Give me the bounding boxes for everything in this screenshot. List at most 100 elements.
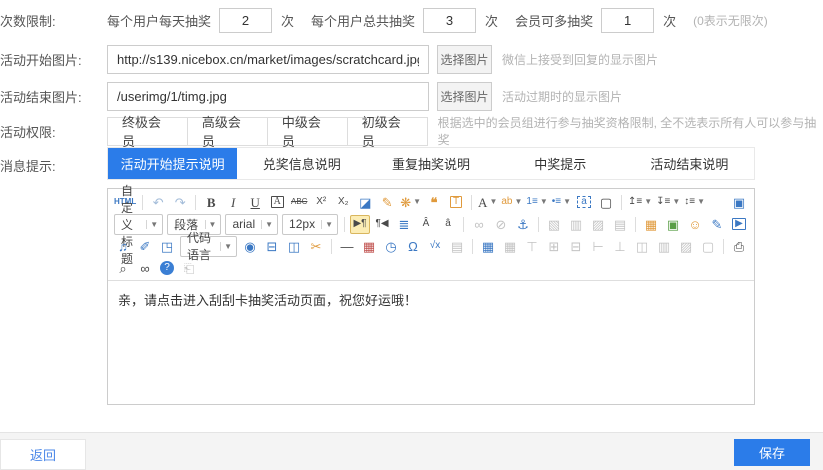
- table-props-icon[interactable]: ▨: [676, 237, 696, 256]
- end-image-pick-button[interactable]: 选择图片: [437, 82, 492, 111]
- insert-table-icon[interactable]: ▦: [478, 237, 498, 256]
- message-tab-4[interactable]: 中奖提示: [496, 148, 625, 179]
- attachment-icon[interactable]: ✐: [135, 237, 155, 256]
- pagebreak-icon[interactable]: ⊟: [262, 237, 282, 256]
- font-color-icon[interactable]: A▼: [477, 193, 498, 212]
- lowercase-icon[interactable]: â: [438, 215, 458, 234]
- paste-plain-icon[interactable]: T: [446, 193, 466, 212]
- paragraph-spacing-top-icon[interactable]: ↥≡▼: [627, 193, 653, 212]
- insert-anchor-icon[interactable]: ⚓: [513, 215, 533, 234]
- special-chars-icon[interactable]: Ω: [403, 237, 423, 256]
- ltr-paragraph-icon[interactable]: ▶¶: [350, 215, 370, 234]
- save-button[interactable]: 保存: [734, 439, 810, 466]
- limits-row: 次数限制: 每个用户每天抽奖次每个用户总共抽奖次会员可多抽奖次 (0表示无限次): [0, 6, 823, 34]
- search-replace-icon[interactable]: ∞: [135, 259, 155, 278]
- paragraph-spacing-bottom-icon[interactable]: ↧≡▼: [655, 193, 681, 212]
- bold-icon[interactable]: B: [201, 193, 221, 212]
- blockquote-icon[interactable]: ❝: [424, 193, 444, 212]
- daily-draw-limit-input[interactable]: [219, 8, 272, 33]
- graffiti-icon[interactable]: ✎: [707, 215, 727, 234]
- insert-frame-icon[interactable]: ◫: [284, 237, 304, 256]
- underline-icon[interactable]: U: [245, 193, 265, 212]
- merge-cells-down-icon[interactable]: ⊥: [610, 237, 630, 256]
- format-painter-icon-glyph: ✎: [382, 196, 393, 209]
- preview-icon[interactable]: ⌕: [113, 259, 133, 278]
- custom-title-select[interactable]: 自定义标题▼: [114, 214, 163, 235]
- format-painter-icon[interactable]: ✎: [377, 193, 397, 212]
- superscript-icon[interactable]: X²: [311, 193, 331, 212]
- screenshot-icon[interactable]: ✂: [306, 237, 326, 256]
- highlight-color-icon[interactable]: ab▼: [500, 193, 523, 212]
- time-icon[interactable]: ◷: [381, 237, 401, 256]
- insert-code-snippet-icon[interactable]: ◳: [157, 237, 177, 256]
- undo-icon-glyph: ↶: [153, 196, 164, 209]
- message-tab-2[interactable]: 兑奖信息说明: [237, 148, 366, 179]
- permission-option-1[interactable]: 终极会员: [107, 117, 188, 146]
- auto-typeset-icon[interactable]: ❋▼: [399, 193, 422, 212]
- indent-icon[interactable]: ≣: [394, 215, 414, 234]
- emotion-icon[interactable]: ☺: [685, 215, 705, 234]
- permission-option-4[interactable]: 初级会员: [347, 117, 428, 146]
- paste-icon[interactable]: ⎗: [179, 259, 199, 278]
- ordered-list-icon[interactable]: 1≡▼: [525, 193, 548, 212]
- print-icon[interactable]: ⎙: [729, 237, 749, 256]
- insert-col-icon[interactable]: ⊟: [566, 237, 586, 256]
- split-rows-icon[interactable]: ◫: [632, 237, 652, 256]
- font-border-icon[interactable]: A: [267, 193, 287, 212]
- horizontal-rule-icon[interactable]: —: [337, 237, 357, 256]
- image-transfer-icon[interactable]: ▣: [663, 215, 683, 234]
- permission-option-3[interactable]: 中级会员: [267, 117, 348, 146]
- line-height-icon[interactable]: ↕≡▼: [683, 193, 706, 212]
- rtl-paragraph-icon[interactable]: ¶◀: [372, 215, 392, 234]
- image-float-left-icon[interactable]: ▧: [544, 215, 564, 234]
- doc-template-icon[interactable]: ▢: [698, 237, 718, 256]
- message-tab-1[interactable]: 活动开始提示说明: [108, 148, 237, 179]
- subscript-icon[interactable]: X₂: [333, 193, 353, 212]
- image-center-icon[interactable]: ▥: [566, 215, 586, 234]
- end-image-hint: 活动过期时的显示图片: [502, 88, 622, 105]
- start-image-input[interactable]: [107, 45, 429, 74]
- unlink-icon[interactable]: ⊘: [491, 215, 511, 234]
- formula-icon[interactable]: √x: [425, 237, 445, 256]
- insert-row-icon[interactable]: ⊞: [544, 237, 564, 256]
- toolbar-separator: [195, 195, 196, 210]
- font-family-select[interactable]: arial▼: [225, 214, 278, 235]
- template-icon[interactable]: ▤: [447, 237, 467, 256]
- uppercase-icon[interactable]: Â: [416, 215, 436, 234]
- italic-icon[interactable]: I: [223, 193, 243, 212]
- insert-code-snippet-icon-glyph: ◳: [161, 240, 173, 253]
- anchor-icon[interactable]: a: [574, 193, 594, 212]
- help-icon[interactable]: ?: [157, 259, 177, 278]
- link-icon[interactable]: ∞: [469, 215, 489, 234]
- insert-table-icon-glyph: ▦: [482, 240, 494, 253]
- split-cols-icon[interactable]: ▥: [654, 237, 674, 256]
- member-extra-draw-limit-input[interactable]: [601, 8, 654, 33]
- code-language-select[interactable]: 代码语言▼: [180, 236, 237, 257]
- permission-option-2[interactable]: 高级会员: [187, 117, 268, 146]
- image-inline-icon[interactable]: ▤: [610, 215, 630, 234]
- fullscreen-icon[interactable]: ▣: [729, 193, 749, 212]
- start-image-pick-button[interactable]: 选择图片: [437, 45, 492, 74]
- redo-icon[interactable]: ↷: [170, 193, 190, 212]
- remove-format-icon[interactable]: ◪: [355, 193, 375, 212]
- insert-video-icon[interactable]: ▶: [729, 215, 749, 234]
- undo-icon[interactable]: ↶: [148, 193, 168, 212]
- date-icon[interactable]: ▦: [359, 237, 379, 256]
- insert-music-icon[interactable]: ♫: [113, 237, 133, 256]
- message-tab-3[interactable]: 重复抽奖说明: [366, 148, 495, 179]
- font-size-select[interactable]: 12px▼: [282, 214, 338, 235]
- table-header-icon[interactable]: ⊤: [522, 237, 542, 256]
- map-icon[interactable]: ◉: [240, 237, 260, 256]
- image-float-right-icon[interactable]: ▨: [588, 215, 608, 234]
- unordered-list-icon[interactable]: •≡▼: [551, 193, 572, 212]
- message-tab-5[interactable]: 活动结束说明: [625, 148, 754, 179]
- end-image-input[interactable]: [107, 82, 429, 111]
- back-button[interactable]: 返回: [0, 439, 86, 470]
- insert-image-icon[interactable]: ▦: [641, 215, 661, 234]
- editor-content[interactable]: 亲，请点击进入刮刮卡抽奖活动页面，祝您好运哦！: [108, 280, 754, 404]
- clear-doc-icon[interactable]: ▢: [596, 193, 616, 212]
- strikethrough-icon[interactable]: ABC: [289, 193, 309, 212]
- delete-table-icon[interactable]: ▦: [500, 237, 520, 256]
- merge-cells-right-icon[interactable]: ⊢: [588, 237, 608, 256]
- total-draw-limit-input[interactable]: [423, 8, 476, 33]
